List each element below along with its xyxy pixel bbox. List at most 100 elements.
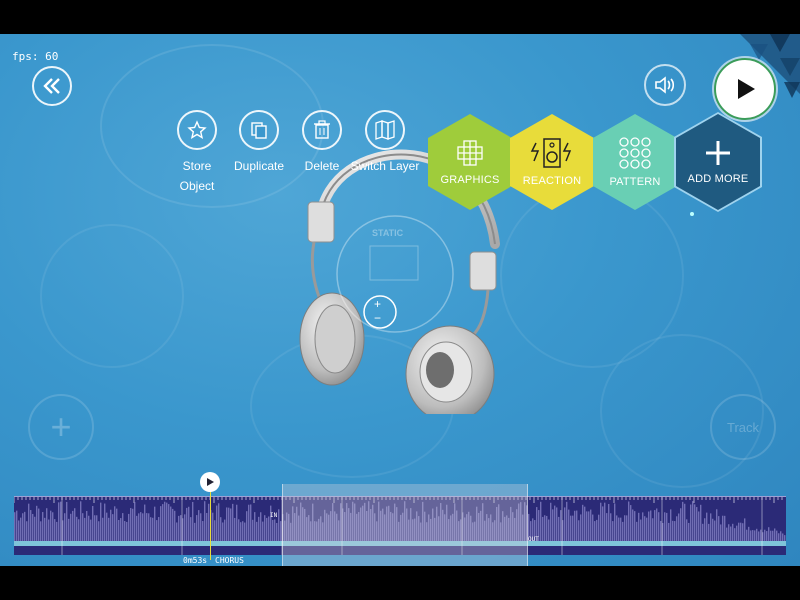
- in-marker[interactable]: IN: [270, 512, 277, 519]
- waveform-bar: [68, 518, 70, 541]
- waveform-bar: [186, 507, 188, 541]
- waveform-bar: [656, 508, 658, 541]
- waveform-bar: [592, 514, 594, 541]
- indicator-dot: [690, 212, 694, 216]
- duplicate-button[interactable]: [239, 110, 279, 150]
- fps-counter: fps: 60: [12, 50, 59, 63]
- waveform-bar: [718, 516, 720, 541]
- waveform-bar: [726, 527, 728, 541]
- waveform-bar: [270, 505, 272, 541]
- waveform-bar: [94, 515, 96, 541]
- waveform-bar: [756, 528, 758, 541]
- track-button-label: Track: [726, 419, 760, 435]
- waveform-bar: [604, 502, 606, 541]
- waveform-bar: [720, 524, 722, 541]
- waveform-bar: [586, 511, 588, 541]
- waveform-bar: [560, 510, 562, 541]
- waveform-bar: [778, 533, 780, 541]
- waveform-bar: [634, 511, 636, 541]
- waveform-bar: [594, 521, 596, 541]
- waveform-bar: [558, 516, 560, 541]
- waveform-bar: [688, 522, 690, 541]
- waveform-bar: [780, 531, 782, 541]
- waveform-bar: [136, 515, 138, 541]
- waveform-bar: [58, 502, 60, 541]
- waveform-bar: [578, 520, 580, 541]
- waveform-bar: [672, 520, 674, 541]
- waveform-bar: [564, 507, 566, 541]
- waveform-bar: [222, 522, 224, 541]
- copy-icon: [251, 122, 267, 139]
- play-button[interactable]: [714, 58, 776, 120]
- speaker-icon: [655, 76, 675, 94]
- waveform-bar: [132, 508, 134, 541]
- waveform-bar: [112, 514, 114, 541]
- waveform-bar: [596, 519, 598, 541]
- waveform-bar: [102, 517, 104, 541]
- waveform-bar: [122, 513, 124, 541]
- waveform-bar: [552, 509, 554, 541]
- waveform-bar: [264, 515, 266, 541]
- waveform-bar: [768, 527, 770, 541]
- waveform-bar: [276, 522, 278, 541]
- waveform-bar: [114, 506, 116, 541]
- waveform-bar: [784, 535, 786, 541]
- waveform-bar: [620, 517, 622, 541]
- waveform-bar: [260, 512, 262, 541]
- waveform-bar: [90, 519, 92, 541]
- sound-button[interactable]: [644, 64, 686, 106]
- waveform-bar: [184, 514, 186, 541]
- waveform-bar: [146, 513, 148, 541]
- plus-icon: [706, 141, 730, 165]
- playhead-handle[interactable]: [200, 472, 220, 492]
- store-object-button[interactable]: [177, 110, 217, 150]
- waveform-bar: [24, 511, 26, 541]
- switch-layer-button[interactable]: [365, 110, 405, 150]
- waveform-bar: [48, 519, 50, 541]
- waveform-bar: [92, 505, 94, 541]
- selection-region[interactable]: [282, 484, 528, 566]
- waveform-bar: [64, 513, 66, 541]
- waveform-bar: [708, 523, 710, 541]
- delete-button[interactable]: [302, 110, 342, 150]
- waveform-bar: [556, 507, 558, 541]
- waveform-bar: [546, 515, 548, 541]
- waveform-bar: [626, 515, 628, 541]
- waveform-bar: [22, 513, 24, 541]
- waveform-bar: [676, 516, 678, 541]
- waveform-bar: [200, 513, 202, 541]
- waveform-bar: [196, 515, 198, 541]
- switch-layer-tool[interactable]: Switch Layer: [345, 110, 425, 176]
- waveform-bar: [704, 518, 706, 541]
- waveform-bar: [668, 522, 670, 541]
- waveform-bar: [190, 517, 192, 541]
- waveform-bar: [624, 515, 626, 541]
- waveform-bar: [34, 516, 36, 541]
- transform-gizmo[interactable]: + −: [330, 204, 460, 344]
- waveform-bar: [566, 501, 568, 541]
- speaker-bolt-icon: [530, 138, 572, 168]
- waveform-bar: [230, 508, 232, 541]
- svg-text:−: −: [374, 311, 381, 325]
- waveform-bar: [148, 513, 150, 541]
- out-marker[interactable]: OUT: [528, 536, 539, 543]
- waveform-bar: [120, 518, 122, 541]
- waveform-bar: [608, 503, 610, 541]
- add-object-button[interactable]: +: [28, 394, 94, 460]
- back-button[interactable]: [32, 66, 72, 106]
- waveform-bar: [696, 507, 698, 541]
- waveform-bar: [138, 513, 140, 541]
- waveform-bar: [616, 515, 618, 541]
- waveform-bar: [174, 510, 176, 541]
- waveform-bar: [28, 503, 30, 541]
- waveform-bar: [274, 519, 276, 541]
- track-button[interactable]: Track: [710, 394, 776, 460]
- waveform-bar: [246, 511, 248, 541]
- waveform-bar: [742, 523, 744, 541]
- playhead-line: [210, 490, 211, 560]
- waveform-bar: [106, 512, 108, 541]
- waveform-bar: [176, 522, 178, 541]
- waveform-bar: [654, 510, 656, 541]
- pattern-label: PATTERN: [609, 176, 661, 188]
- waveform-bar: [746, 529, 748, 541]
